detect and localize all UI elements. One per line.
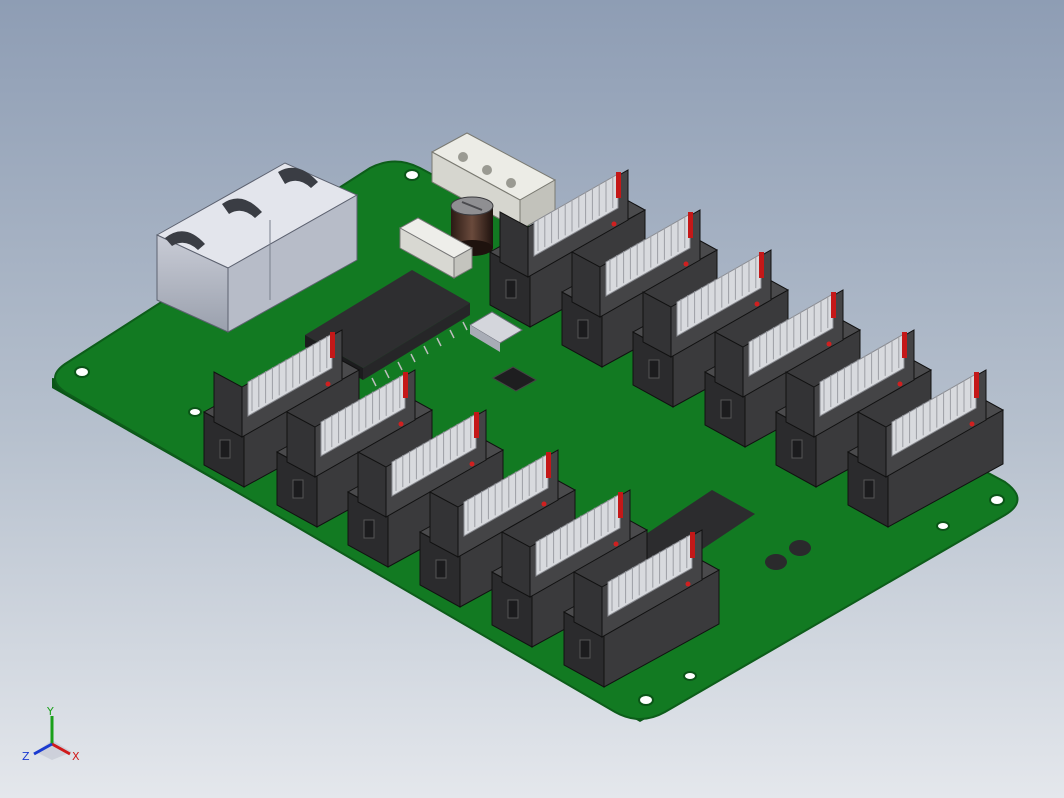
triad-z-label: Z bbox=[22, 750, 30, 763]
orientation-triad: Y X Z bbox=[22, 705, 80, 763]
pcb-3d-model[interactable] bbox=[0, 0, 1064, 798]
triad-y-label: Y bbox=[46, 705, 54, 718]
model-viewport[interactable]: Y X Z bbox=[0, 0, 1064, 798]
triad-x-label: X bbox=[72, 750, 80, 763]
